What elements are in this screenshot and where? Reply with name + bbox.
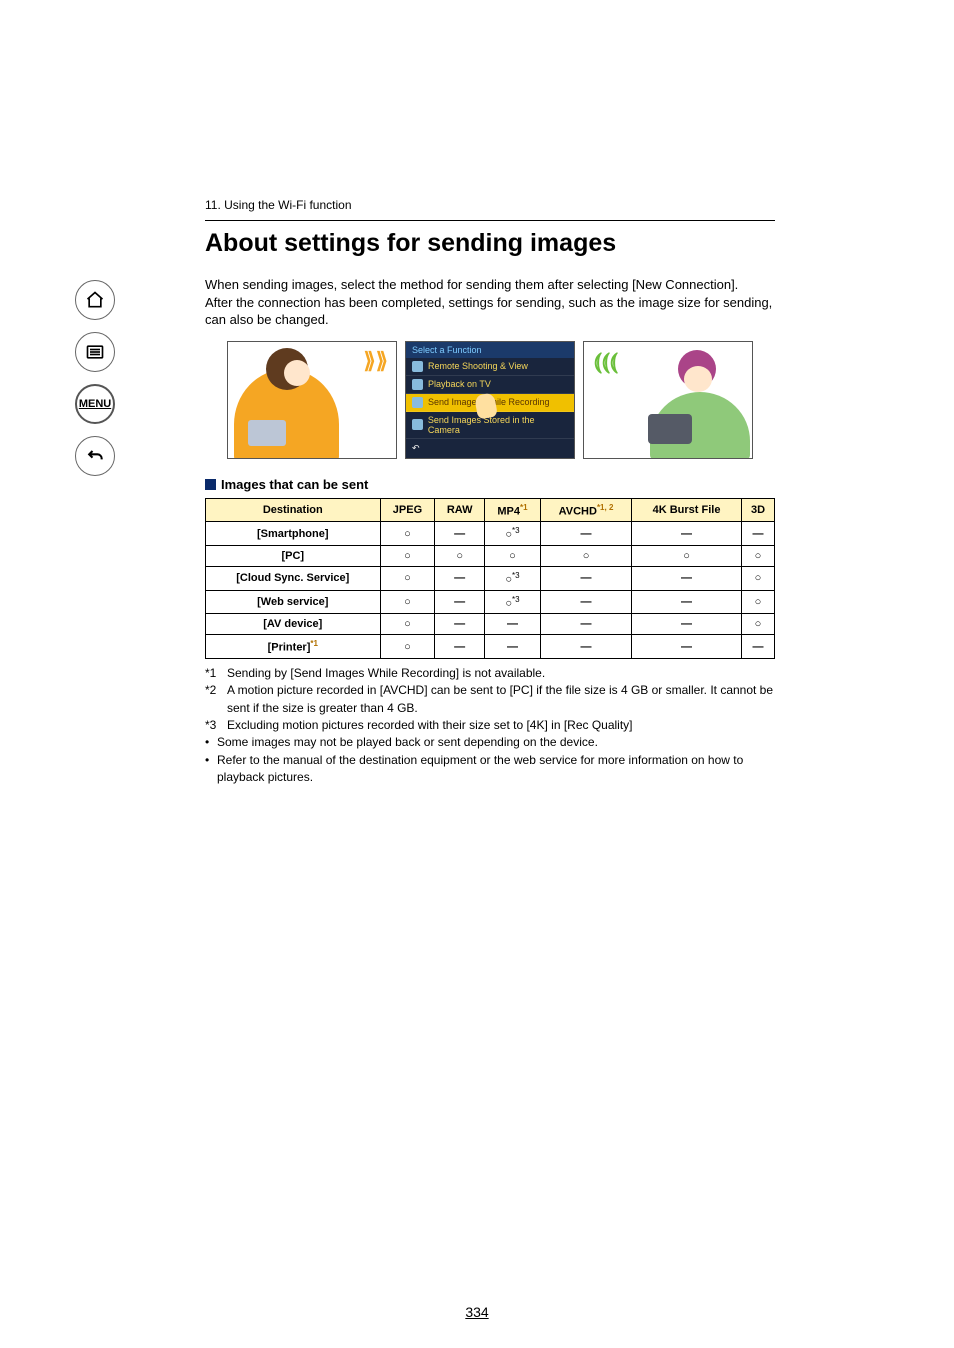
table-cell: ○	[380, 545, 435, 566]
footnote: *2A motion picture recorded in [AVCHD] c…	[205, 682, 775, 717]
intro-line: When sending images, select the method f…	[205, 276, 775, 294]
table-cell: ○	[380, 566, 435, 590]
table-cell: —	[632, 590, 742, 614]
notes-block: *1Sending by [Send Images While Recordin…	[205, 665, 775, 787]
intro-line: After the connection has been completed,…	[205, 294, 775, 329]
section-header-text: Images that can be sent	[221, 477, 368, 492]
table-cell: ○*3	[484, 566, 540, 590]
row-destination: [Smartphone]	[206, 522, 381, 546]
divider	[205, 220, 775, 221]
illustration-menu-screen: Select a Function Remote Shooting & View…	[405, 341, 575, 459]
row-destination: [AV device]	[206, 614, 381, 635]
table-cell: —	[435, 635, 485, 659]
footnote: *1Sending by [Send Images While Recordin…	[205, 665, 775, 682]
table-cell: —	[632, 614, 742, 635]
table-cell: ○*3	[484, 522, 540, 546]
table-row: [Web service]○—○*3——○	[206, 590, 775, 614]
table-cell: —	[484, 614, 540, 635]
table-cell: —	[540, 614, 631, 635]
wifi-icon: ⦅⦅⦅	[594, 348, 618, 376]
table-cell: ○	[380, 590, 435, 614]
table-cell: —	[484, 635, 540, 659]
table-cell: ○	[741, 614, 774, 635]
table-cell: ○	[741, 545, 774, 566]
table-cell: ○	[632, 545, 742, 566]
table-header: RAW	[435, 498, 485, 522]
table-cell: —	[632, 522, 742, 546]
table-cell: ○	[435, 545, 485, 566]
back-arrow-icon: ↶	[406, 439, 574, 458]
page-title: About settings for sending images	[205, 229, 775, 258]
square-bullet-icon	[205, 479, 216, 490]
table-cell: —	[540, 566, 631, 590]
contents-icon[interactable]	[75, 332, 115, 372]
table-cell: —	[632, 566, 742, 590]
table-header: 4K Burst File	[632, 498, 742, 522]
row-destination: [Web service]	[206, 590, 381, 614]
table-row: [Printer]*1○—————	[206, 635, 775, 659]
table-cell: —	[741, 635, 774, 659]
table-cell: ○	[380, 522, 435, 546]
table-cell: ○	[380, 614, 435, 635]
intro-text: When sending images, select the method f…	[205, 276, 775, 329]
menu-header: Select a Function	[406, 342, 574, 358]
row-destination: [Printer]*1	[206, 635, 381, 659]
table-cell: —	[540, 590, 631, 614]
wifi-icon: ⟫⟫	[364, 348, 388, 374]
back-icon[interactable]	[75, 436, 115, 476]
bullet-note: •Refer to the manual of the destination …	[205, 752, 775, 787]
table-header: Destination	[206, 498, 381, 522]
table-cell: ○	[741, 590, 774, 614]
menu-item: Remote Shooting & View	[406, 358, 574, 376]
page-content: 11. Using the Wi-Fi function About setti…	[205, 198, 775, 787]
table-cell: —	[435, 590, 485, 614]
table-header: JPEG	[380, 498, 435, 522]
bullet-note: •Some images may not be played back or s…	[205, 734, 775, 751]
menu-item: Playback on TV	[406, 376, 574, 394]
table-header: MP4*1	[484, 498, 540, 522]
page-number: 334	[0, 1304, 954, 1320]
table-cell: —	[435, 522, 485, 546]
capability-table: Destination JPEG RAW MP4*1 AVCHD*1, 2 4K…	[205, 498, 775, 659]
menu-button[interactable]: MENU	[75, 384, 115, 424]
row-destination: [PC]	[206, 545, 381, 566]
table-cell: —	[741, 522, 774, 546]
sidebar: MENU	[0, 280, 190, 476]
table-row: [PC]○○○○○○	[206, 545, 775, 566]
illustration-user-receiving: ⦅⦅⦅	[583, 341, 753, 459]
table-row: [AV device]○————○	[206, 614, 775, 635]
table-cell: —	[435, 566, 485, 590]
illustration-user-sending: ⟫⟫	[227, 341, 397, 459]
table-cell: —	[540, 635, 631, 659]
section-header: Images that can be sent	[205, 477, 775, 492]
table-row: [Smartphone]○—○*3———	[206, 522, 775, 546]
table-cell: ○*3	[484, 590, 540, 614]
table-header: AVCHD*1, 2	[540, 498, 631, 522]
table-cell: —	[632, 635, 742, 659]
table-cell: ○	[540, 545, 631, 566]
row-destination: [Cloud Sync. Service]	[206, 566, 381, 590]
home-icon[interactable]	[75, 280, 115, 320]
table-cell: —	[540, 522, 631, 546]
table-cell: ○	[741, 566, 774, 590]
table-cell: ○	[380, 635, 435, 659]
table-header: 3D	[741, 498, 774, 522]
footnote: *3Excluding motion pictures recorded wit…	[205, 717, 775, 734]
table-cell: ○	[484, 545, 540, 566]
table-row: [Cloud Sync. Service]○—○*3——○	[206, 566, 775, 590]
illustration-row: ⟫⟫ Select a Function Remote Shooting & V…	[205, 341, 775, 459]
breadcrumb: 11. Using the Wi-Fi function	[205, 198, 775, 212]
table-cell: —	[435, 614, 485, 635]
